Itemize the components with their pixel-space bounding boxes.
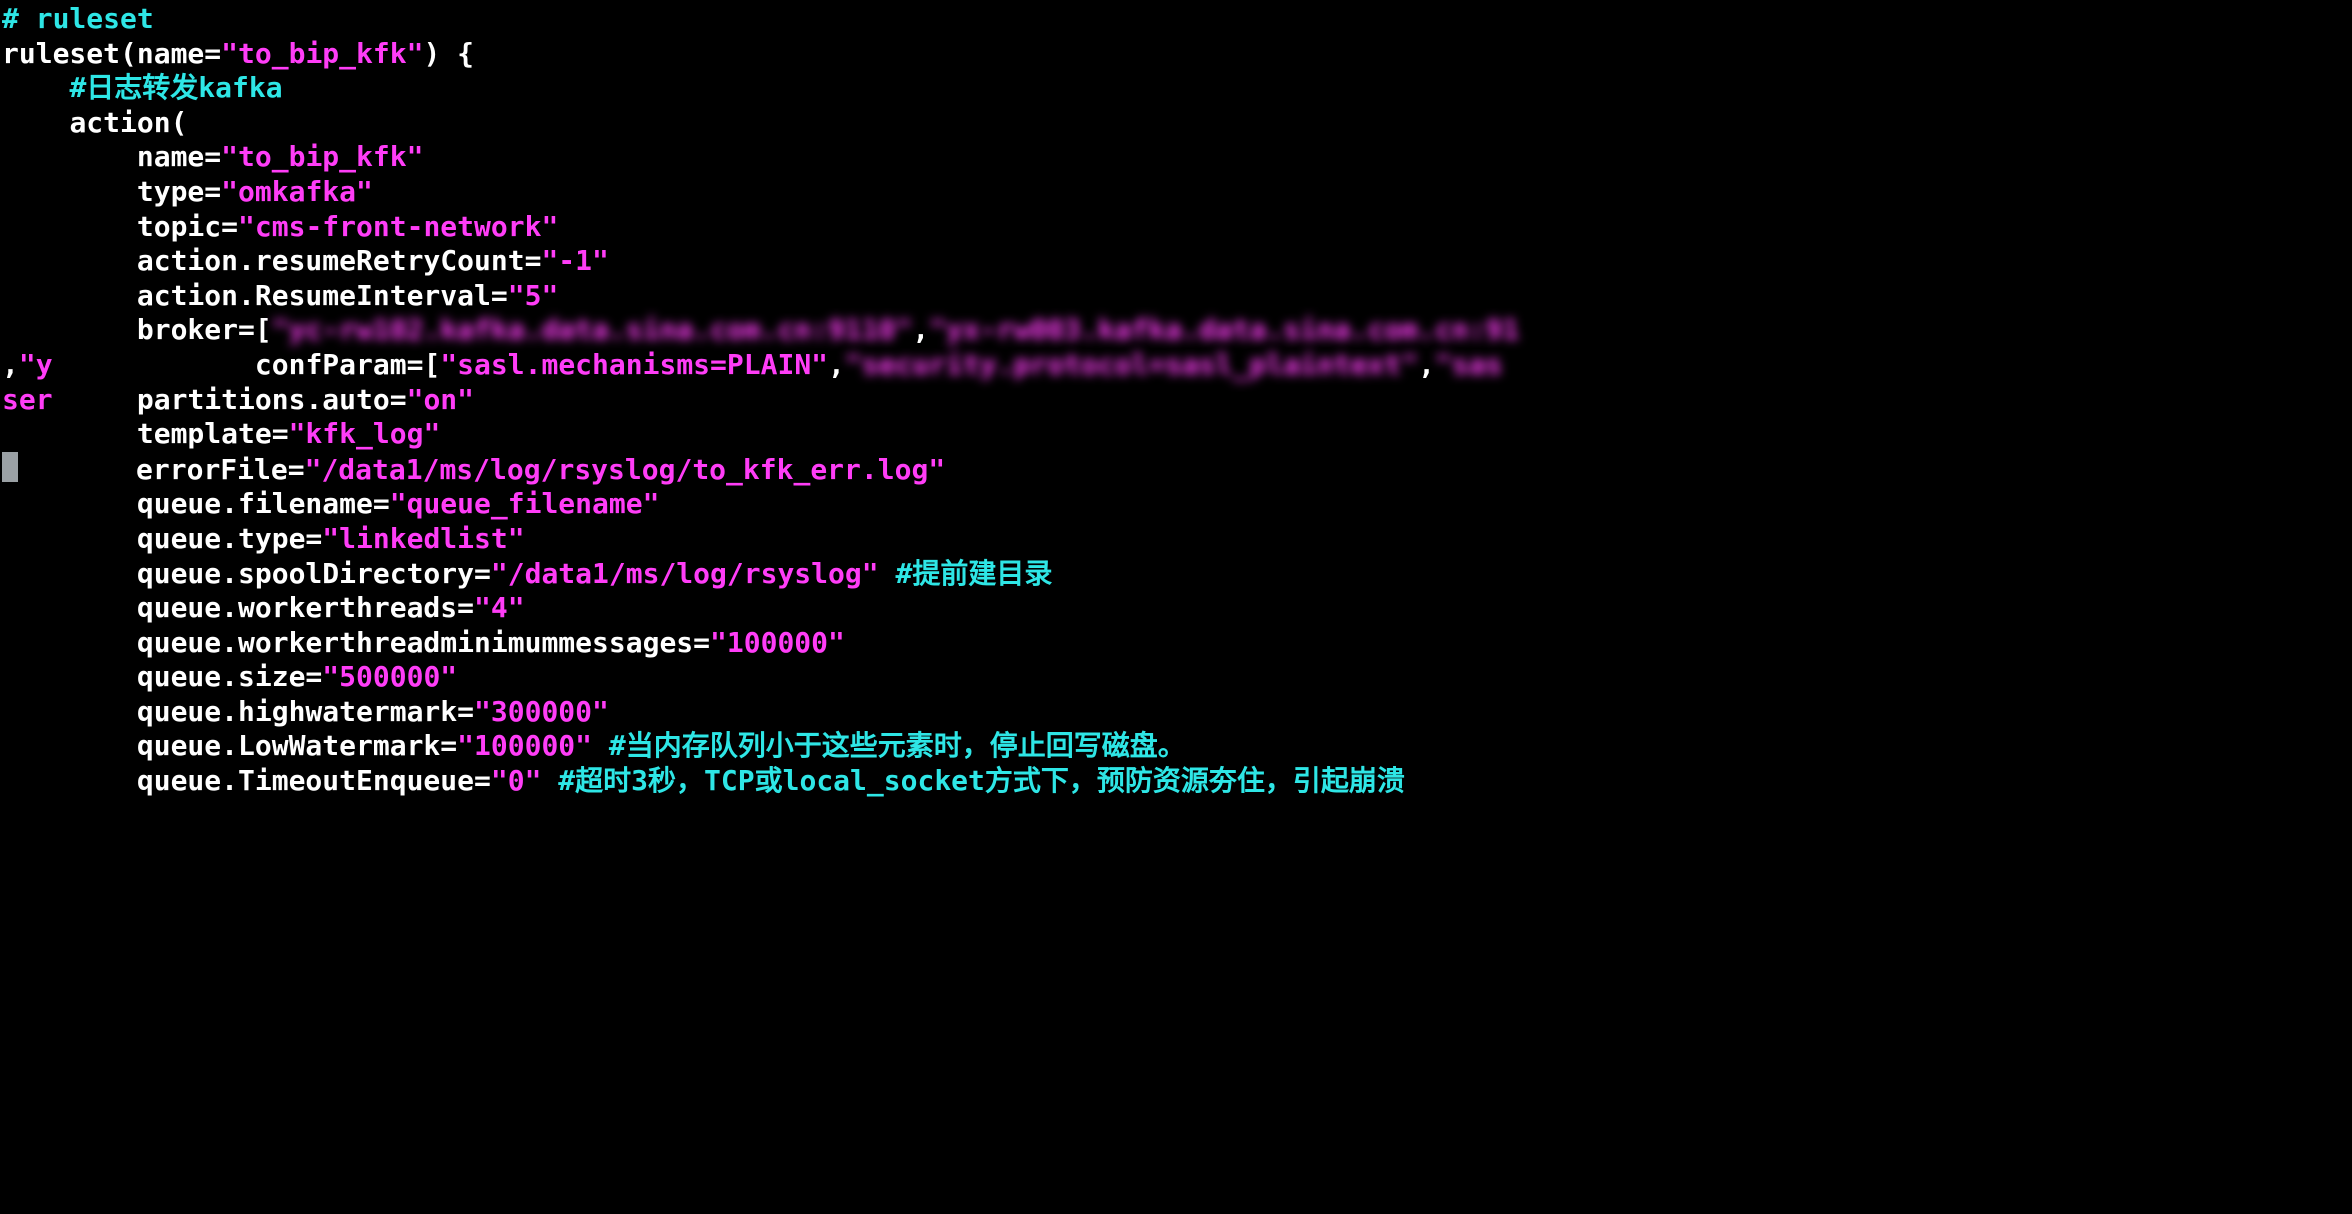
redacted-string: "yc-rw102.kafka.data.sina.com.cn:9110" — [272, 313, 913, 346]
string: ser — [2, 383, 53, 416]
string: "sasl.mechanisms=PLAIN" — [440, 348, 828, 381]
string: "omkafka" — [221, 175, 373, 208]
code-text: , — [1418, 348, 1435, 381]
code-text: ) { — [423, 37, 474, 70]
comment: #当内存队列小于这些元素时，停止回写磁盘。 — [592, 729, 1186, 762]
param-key: partitions.auto= — [137, 383, 407, 416]
comment: #提前建目录 — [879, 557, 1053, 590]
param-key: topic= — [137, 210, 238, 243]
param-key: queue.workerthreadminimummessages= — [137, 626, 710, 659]
param-key: name= — [137, 140, 221, 173]
redacted-string: "security.protocol=sasl_plaintext" — [845, 348, 1418, 381]
code-text: , — [828, 348, 845, 381]
code-text: , — [2, 348, 19, 381]
string: "on" — [407, 383, 474, 416]
string: "4" — [474, 591, 525, 624]
code-block: # ruleset ruleset(name="to_bip_kfk") { #… — [0, 0, 2352, 799]
string: "300000" — [474, 695, 609, 728]
string: "0" — [491, 764, 542, 797]
param-key: queue.type= — [137, 522, 322, 555]
param-key: queue.highwatermark= — [137, 695, 474, 728]
param-key: action.ResumeInterval= — [137, 279, 508, 312]
param-key: queue.TimeoutEnqueue= — [137, 764, 491, 797]
string: "100000" — [710, 626, 845, 659]
code-text: ruleset(name= — [2, 37, 221, 70]
param-key: queue.LowWatermark= — [137, 729, 457, 762]
param-key: queue.size= — [137, 660, 322, 693]
string: "100000" — [457, 729, 592, 762]
string: "cms-front-network" — [238, 210, 558, 243]
param-key: template= — [137, 417, 289, 450]
string: "linkedlist" — [322, 522, 524, 555]
string: "5" — [508, 279, 559, 312]
param-key: queue.workerthreads= — [137, 591, 474, 624]
string: "to_bip_kfk" — [221, 140, 423, 173]
string: "kfk_log" — [289, 417, 441, 450]
string: "500000" — [322, 660, 457, 693]
code-text: action( — [69, 106, 187, 139]
param-key: type= — [137, 175, 221, 208]
comment: # ruleset — [2, 2, 154, 35]
param-key: queue.spoolDirectory= — [137, 557, 491, 590]
string: "-1" — [541, 244, 608, 277]
string: "to_bip_kfk" — [221, 37, 423, 70]
param-key: action.resumeRetryCount= — [137, 244, 542, 277]
string: "/data1/ms/log/rsyslog" — [491, 557, 879, 590]
string: "/data1/ms/log/rsyslog/to_kfk_err.log" — [305, 453, 946, 486]
param-key: queue.filename= — [137, 487, 390, 520]
param-key: confParam=[ — [255, 348, 440, 381]
param-key: errorFile= — [136, 453, 305, 486]
param-key: broker=[ — [137, 313, 272, 346]
string: "y — [19, 348, 53, 381]
cursor — [2, 452, 18, 482]
string: "queue_filename" — [390, 487, 660, 520]
redacted-string: "sas — [1435, 348, 1502, 381]
redacted-string: "yx-rw003.kafka.data.sina.com.cn:91 — [929, 313, 1519, 346]
comment: #日志转发kafka — [69, 71, 282, 104]
comment: #超时3秒，TCP或local_socket方式下，预防资源夯住，引起崩溃 — [541, 764, 1404, 797]
code-text: , — [912, 313, 929, 346]
